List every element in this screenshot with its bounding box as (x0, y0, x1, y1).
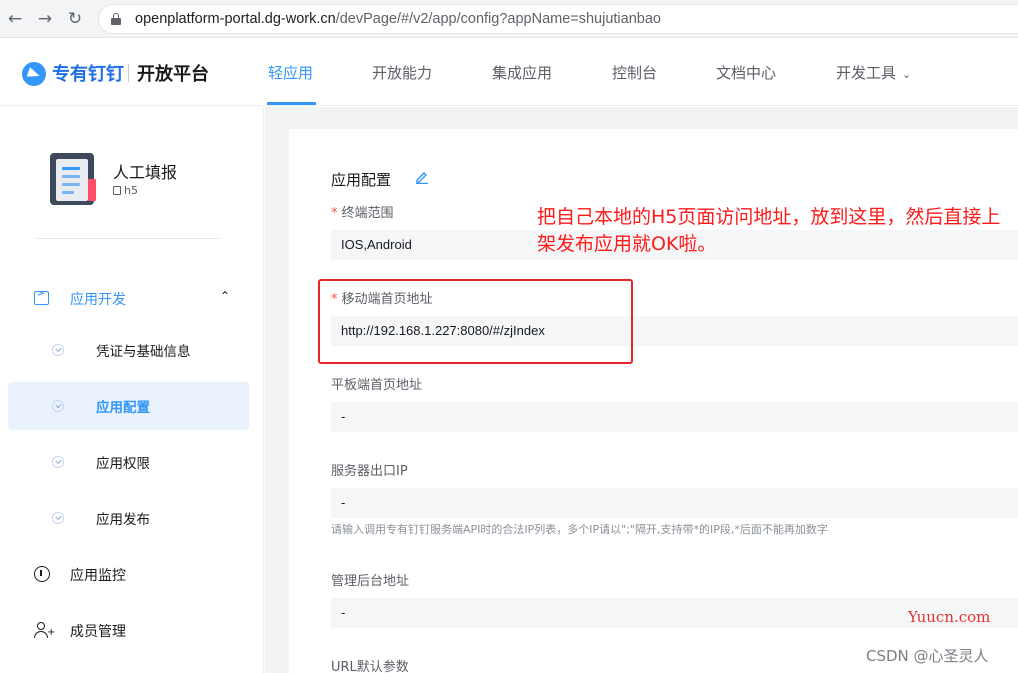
reload-icon[interactable]: ↻ (64, 8, 86, 30)
sidebar-item-publish[interactable]: 应用发布 (8, 494, 249, 542)
sidebar-item-app-config[interactable]: 应用配置 (8, 382, 249, 430)
monitor-icon (34, 566, 50, 582)
nav-tab-open-capability[interactable]: 开放能力 (372, 62, 432, 83)
logo-text[interactable]: 专有钉钉 (52, 60, 124, 86)
chevron-up-icon: ⌃ (220, 289, 230, 303)
sidebar-divider (35, 238, 220, 239)
nav-tab-dev-tools[interactable]: 开发工具⌄ (836, 62, 911, 83)
field-label-tablet-home-url: 平板端首页地址 (331, 374, 422, 393)
logo-subtitle: 开放平台 (137, 60, 209, 86)
member-icon: + (34, 622, 50, 638)
nav-tab-console[interactable]: 控制台 (612, 62, 657, 83)
field-label-terminal-scope: *终端范围 (331, 202, 394, 221)
terminal-icon (34, 291, 49, 305)
sidebar-item-label: 凭证与基础信息 (96, 340, 191, 360)
sidebar-item-label: 应用监控 (70, 565, 126, 585)
check-circle-icon (52, 344, 64, 356)
check-circle-icon (52, 400, 64, 412)
check-circle-icon (52, 512, 64, 524)
nav-tab-docs[interactable]: 文档中心 (716, 62, 776, 83)
sidebar-item-permissions[interactable]: 应用权限 (8, 438, 249, 486)
section-title: 应用配置 (331, 169, 391, 190)
check-circle-icon (52, 456, 64, 468)
address-bar[interactable]: openplatform-portal.dg-work.cn/devPage/#… (98, 4, 1018, 34)
watermark-site: Yuucn.com (908, 608, 990, 626)
url-text: openplatform-portal.dg-work.cn/devPage/#… (135, 11, 661, 27)
app-name: 人工填报 (113, 159, 177, 183)
nav-tab-integration[interactable]: 集成应用 (492, 62, 552, 83)
sidebar-item-credentials[interactable]: 凭证与基础信息 (8, 326, 249, 374)
forward-icon[interactable]: → (34, 8, 56, 30)
highlight-box (318, 279, 633, 364)
sidebar-item-label: 成员管理 (70, 621, 126, 641)
browser-toolbar: ← → ↻ openplatform-portal.dg-work.cn/dev… (0, 0, 1018, 38)
sidebar-group-label: 应用开发 (70, 289, 126, 309)
dingtalk-logo-icon[interactable] (22, 62, 46, 86)
edit-icon[interactable] (415, 170, 429, 184)
device-icon (113, 186, 121, 195)
annotation-text: 把自己本地的H5页面访问地址，放到这里，然后直接上架发布应用就OK啦。 (537, 204, 1015, 258)
nav-tab-light-app[interactable]: 轻应用 (268, 62, 313, 83)
field-label-url-params: URL默认参数 (331, 656, 409, 673)
server-ip-hint: 请输入调用专有钉钉服务端API时的合法IP列表，多个IP请以";"隔开,支持带*… (331, 521, 828, 537)
field-label-admin-url: 管理后台地址 (331, 570, 409, 589)
tablet-home-url-value: - (331, 402, 1018, 432)
field-label-server-ip: 服务器出口IP (331, 460, 408, 479)
back-icon[interactable]: ← (4, 8, 26, 30)
logo-divider (128, 64, 129, 82)
chevron-down-icon: ⌄ (902, 68, 911, 81)
server-ip-value: - (331, 488, 1018, 518)
sidebar-item-members[interactable]: + 成员管理 (32, 620, 242, 642)
sidebar-item-label: 应用发布 (96, 508, 150, 528)
watermark-author: CSDN @心圣灵人 (866, 645, 989, 666)
sidebar-item-label: 应用权限 (96, 452, 150, 472)
app-type: h5 (113, 184, 138, 197)
sidebar-item-monitor[interactable]: 应用监控 (32, 564, 242, 586)
active-tab-indicator (267, 102, 316, 105)
sidebar-group-app-dev[interactable]: 应用开发 ⌃ (32, 289, 242, 309)
sidebar-item-label: 应用配置 (96, 396, 150, 416)
lock-icon (111, 13, 121, 25)
app-document-icon (50, 153, 97, 207)
